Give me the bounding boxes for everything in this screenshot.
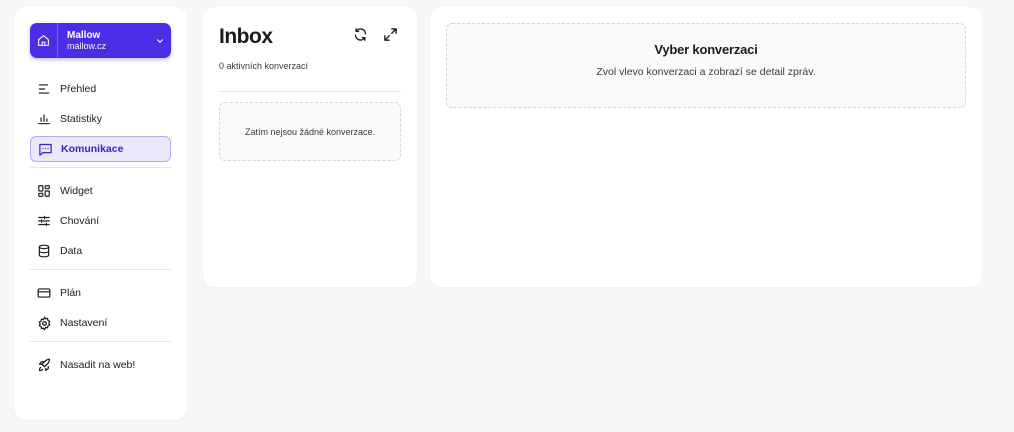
sidebar-item-data[interactable]: Data <box>30 238 171 264</box>
sidebar-item-label: Statistiky <box>60 113 103 125</box>
site-domain: mallow.cz <box>67 40 107 51</box>
sidebar-item-label: Nasadit na web! <box>60 359 136 371</box>
sidebar-item-widget[interactable]: Widget <box>30 178 171 204</box>
site-name: Mallow <box>67 29 101 41</box>
overview-icon <box>36 81 52 97</box>
sidebar-item-label: Data <box>60 245 83 257</box>
inbox-tools <box>353 27 399 43</box>
sidebar-item-label: Komunikace <box>61 143 124 155</box>
site-switcher[interactable]: Mallow mallow.cz <box>30 23 171 58</box>
inbox-panel: Inbox 0 aktivních konverzací Zatím nejso… <box>203 7 417 287</box>
sidebar-item-nasadit[interactable]: Nasadit na web! <box>30 352 171 378</box>
sidebar-item-statistiky[interactable]: Statistiky <box>30 106 171 132</box>
sidebar: Mallow mallow.cz Přehled Statistiky Komu… <box>14 7 187 420</box>
sidebar-item-label: Plán <box>60 287 82 299</box>
sidebar-item-prehled[interactable]: Přehled <box>30 76 171 102</box>
dashboard-icon <box>36 183 52 199</box>
site-names: Mallow mallow.cz <box>58 30 149 52</box>
chat-icon <box>37 141 53 157</box>
home-icon <box>30 23 58 58</box>
conversation-detail-panel: Vyber konverzaci Zvol vlevo konverzaci a… <box>430 7 982 287</box>
chevron-down-icon <box>149 36 171 46</box>
sidebar-item-chovani[interactable]: Chování <box>30 208 171 234</box>
rocket-icon <box>36 357 52 373</box>
divider <box>30 269 171 270</box>
detail-description: Zvol vlevo konverzaci a zobrazí se detai… <box>596 66 816 78</box>
sidebar-item-komunikace[interactable]: Komunikace <box>30 136 171 162</box>
sidebar-item-label: Nastavení <box>60 317 108 329</box>
sidebar-item-plan[interactable]: Plán <box>30 280 171 306</box>
database-icon <box>36 243 52 259</box>
divider <box>219 91 401 92</box>
detail-empty-state: Vyber konverzaci Zvol vlevo konverzaci a… <box>446 23 966 108</box>
sidebar-item-nastaveni[interactable]: Nastavení <box>30 310 171 336</box>
detail-title: Vyber konverzaci <box>654 42 758 57</box>
divider <box>30 341 171 342</box>
sidebar-item-label: Přehled <box>60 83 97 95</box>
expand-icon[interactable] <box>383 27 399 43</box>
gear-icon <box>36 315 52 331</box>
bar-chart-icon <box>36 111 52 127</box>
credit-card-icon <box>36 285 52 301</box>
inbox-empty-text: Zatím nejsou žádné konverzace. <box>244 126 376 137</box>
refresh-icon[interactable] <box>353 27 369 43</box>
inbox-subtitle: 0 aktivních konverzací <box>219 61 309 71</box>
inbox-empty-state: Zatím nejsou žádné konverzace. <box>219 102 401 161</box>
sliders-icon <box>36 213 52 229</box>
divider <box>30 167 171 168</box>
sidebar-nav: Přehled Statistiky Komunikace Widget Cho… <box>30 76 171 378</box>
sidebar-item-label: Widget <box>60 185 93 197</box>
sidebar-item-label: Chování <box>60 215 100 227</box>
